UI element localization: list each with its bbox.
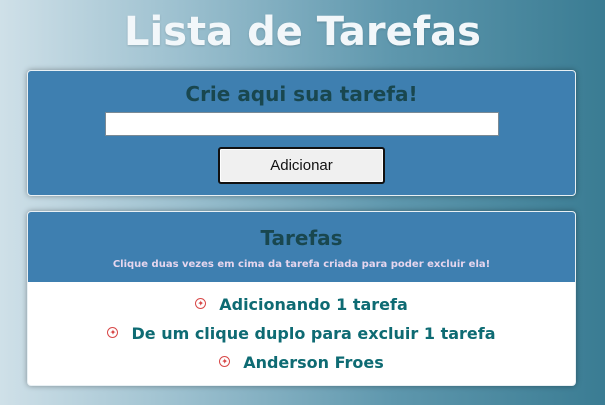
task-label: De um clique duplo para excluir 1 tarefa bbox=[131, 324, 496, 343]
task-item[interactable]: ✦ Adicionando 1 tarefa bbox=[28, 290, 575, 319]
delete-hint: Clique duas vezes em cima da tarefa cria… bbox=[112, 259, 491, 270]
task-list-header: Tarefas Clique duas vezes em cima da tar… bbox=[28, 212, 575, 282]
create-task-heading: Crie aqui sua tarefa! bbox=[185, 82, 418, 106]
add-task-button[interactable]: Adicionar bbox=[218, 147, 385, 184]
task-list-heading: Tarefas bbox=[260, 226, 343, 250]
task-label: Adicionando 1 tarefa bbox=[219, 295, 408, 314]
task-list: ✦ Adicionando 1 tarefa ✦ De um clique dupl… bbox=[28, 290, 575, 377]
star-circle-icon: ✦ bbox=[107, 327, 119, 338]
task-input[interactable] bbox=[105, 112, 499, 136]
task-item[interactable]: ✦ De um clique duplo para excluir 1 taref… bbox=[28, 319, 575, 348]
task-label: Anderson Froes bbox=[243, 353, 384, 372]
star-circle-icon: ✦ bbox=[195, 298, 207, 309]
page-title: Lista de Tarefas bbox=[124, 9, 481, 55]
create-task-panel: Crie aqui sua tarefa! Adicionar bbox=[27, 70, 576, 196]
star-circle-icon: ✦ bbox=[219, 356, 231, 367]
task-item[interactable]: ✦ Anderson Froes bbox=[28, 348, 575, 377]
task-list-panel: Tarefas Clique duas vezes em cima da tar… bbox=[27, 211, 576, 386]
